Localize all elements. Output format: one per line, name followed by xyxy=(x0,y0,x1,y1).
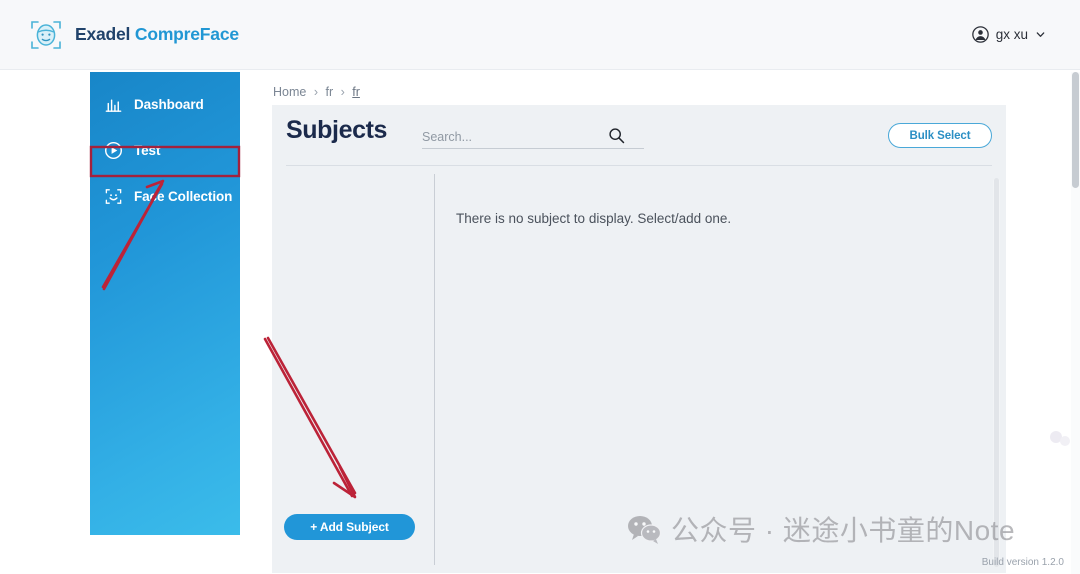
face-scan-icon xyxy=(104,187,123,206)
page-scrollbar-thumb[interactable] xyxy=(1072,72,1079,188)
breadcrumb: Home › fr › fr xyxy=(273,85,360,99)
sidebar-item-label: Test xyxy=(134,142,161,158)
empty-state-message: There is no subject to display. Select/a… xyxy=(456,211,732,226)
face-scan-icon xyxy=(27,16,65,54)
page-scrollbar[interactable] xyxy=(1071,72,1080,574)
search-field[interactable] xyxy=(422,127,644,149)
subjects-card-header: Subjects Bulk Select xyxy=(272,105,1006,165)
user-menu[interactable]: gx xu xyxy=(971,26,1046,43)
sidebar-item-dashboard[interactable]: Dashboard xyxy=(90,86,240,122)
sidebar-item-label: Dashboard xyxy=(134,96,204,112)
breadcrumb-home[interactable]: Home xyxy=(273,85,306,99)
account-circle-icon xyxy=(971,26,989,43)
brand-title-part1: Exadel xyxy=(75,24,135,44)
bar-chart-icon xyxy=(104,95,123,114)
subjects-scrollbar[interactable] xyxy=(993,178,1000,567)
brand[interactable]: Exadel CompreFace xyxy=(27,16,239,54)
build-version-label: Build version 1.2.0 xyxy=(981,557,1064,568)
edge-badge-icon xyxy=(1049,428,1073,450)
bulk-select-button[interactable]: Bulk Select xyxy=(888,123,992,148)
page-title: Subjects xyxy=(286,116,387,144)
chevron-down-icon[interactable] xyxy=(1035,29,1046,40)
brand-title-part2: CompreFace xyxy=(134,24,239,44)
app-header: Exadel CompreFace gx xu xyxy=(0,0,1080,70)
sidebar-item-test[interactable]: Test xyxy=(90,132,240,168)
subjects-card: Subjects Bulk Select There is no subject… xyxy=(272,105,1006,573)
breadcrumb-level1[interactable]: fr xyxy=(325,85,333,99)
subject-list-divider xyxy=(434,174,435,565)
breadcrumb-separator: › xyxy=(313,85,318,99)
user-name-label: gx xu xyxy=(995,27,1028,42)
sidebar-navigation: Dashboard Test Face Collection xyxy=(90,72,240,535)
add-subject-button[interactable]: + Add Subject xyxy=(284,514,415,540)
sidebar-item-face-collection[interactable]: Face Collection xyxy=(90,178,240,214)
subjects-scrollbar-thumb[interactable] xyxy=(994,178,999,567)
breadcrumb-level2[interactable]: fr xyxy=(352,85,360,99)
content-area: Home › fr › fr Subjects Bulk Sel xyxy=(240,72,1080,574)
search-icon[interactable] xyxy=(608,127,625,144)
breadcrumb-separator: › xyxy=(340,85,345,99)
search-input[interactable] xyxy=(422,130,608,144)
brand-title: Exadel CompreFace xyxy=(75,24,239,45)
sidebar-item-label: Face Collection xyxy=(134,188,233,204)
play-circle-icon xyxy=(104,141,123,160)
subjects-card-body: There is no subject to display. Select/a… xyxy=(272,166,1006,573)
application-root: Exadel CompreFace gx xu Dashboard Test F… xyxy=(0,0,1080,574)
